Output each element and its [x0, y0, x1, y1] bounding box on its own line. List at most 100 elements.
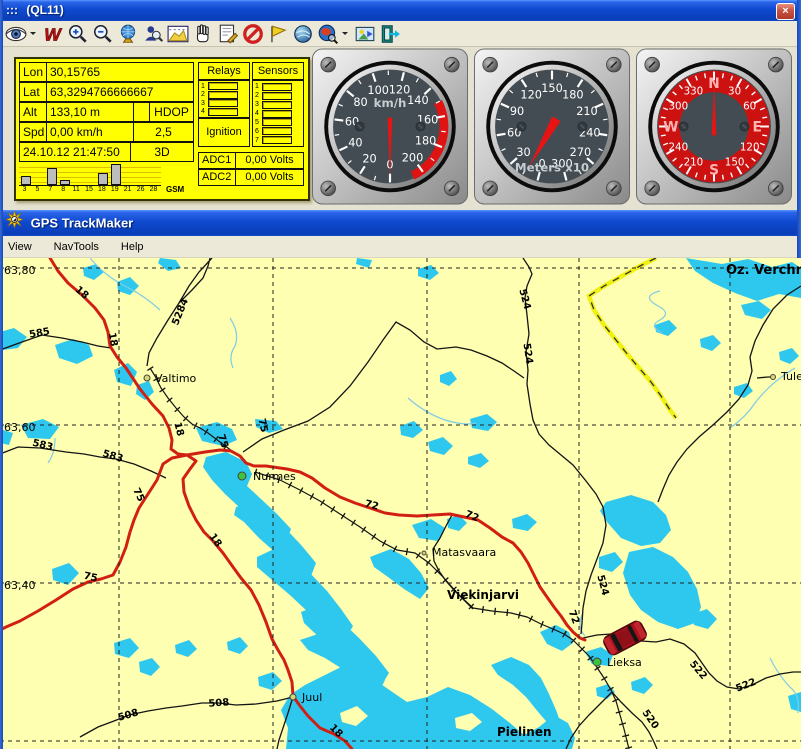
svg-text:300: 300: [668, 100, 688, 112]
town-dot: [290, 694, 296, 700]
channel-indicator: [208, 82, 238, 90]
channel-number: 2: [201, 91, 208, 98]
adc1-value: 0,00 Volts: [235, 152, 304, 169]
svg-text:S: S: [709, 163, 719, 179]
svg-text:180: 180: [415, 135, 437, 148]
app-window: ::: (QL11) × W: [0, 0, 801, 749]
spd-value: 0,00 km/h: [46, 122, 134, 142]
map-label: Juul: [301, 691, 322, 704]
device-window-titlebar[interactable]: ::: (QL11) ×: [0, 0, 801, 21]
channel-row: 1: [255, 83, 301, 91]
svg-text:200: 200: [402, 151, 424, 164]
gsm-bar: [111, 164, 121, 185]
image-view-icon[interactable]: [354, 23, 376, 45]
channel-indicator: [208, 99, 238, 107]
gsm-bar-label: 21: [121, 186, 134, 193]
svg-text:km/h: km/h: [374, 96, 407, 110]
view-eye-icon[interactable]: [5, 23, 27, 45]
svg-text:140: 140: [407, 94, 429, 107]
3d-view-icon[interactable]: W: [42, 23, 64, 45]
map-label: Lieksa: [607, 656, 642, 669]
channel-indicator: [208, 108, 238, 116]
hdop-label: HDOP: [149, 102, 194, 122]
town-dot: [422, 551, 426, 555]
view-dropdown-icon[interactable]: [30, 32, 36, 38]
channel-number: 4: [201, 108, 208, 115]
speedometer-gauge: 020406080100120140160180200km/h: [310, 48, 470, 205]
telemetry-panel: Lon 30,15765 Lat 63,3294766666667 Alt 13…: [14, 57, 310, 201]
pan-hand-icon[interactable]: [192, 23, 214, 45]
channel-indicator: [262, 110, 292, 118]
earth-icon[interactable]: [292, 23, 314, 45]
channel-indicator: [262, 118, 292, 126]
waypoint-flag-icon[interactable]: [267, 23, 289, 45]
channel-indicator: [262, 136, 292, 144]
channel-row: 2: [201, 91, 247, 99]
menu-help[interactable]: Help: [121, 241, 144, 253]
svg-text:30: 30: [728, 85, 741, 97]
zoom-out-icon[interactable]: [92, 23, 114, 45]
channel-row: 7: [255, 136, 301, 144]
map-label: 508: [208, 697, 230, 709]
map-window-titlebar[interactable]: GPS TrackMaker: [0, 210, 801, 236]
zoom-in-icon[interactable]: [67, 23, 89, 45]
sensors-header: Sensors: [252, 62, 304, 80]
svg-text:150: 150: [541, 82, 563, 95]
channel-indicator: [208, 91, 238, 99]
relays-box: 1234: [198, 80, 250, 118]
gsm-bar-label: 3: [18, 186, 31, 193]
globe-icon[interactable]: [117, 23, 139, 45]
channel-indicator: [262, 101, 292, 109]
gsm-gridline: [19, 172, 161, 173]
map-viewport[interactable]: 63,8063,6063,401818181818585528458358375…: [0, 258, 801, 749]
lon-value: 30,15765: [46, 62, 194, 82]
map-canvas[interactable]: 63,8063,6063,401818181818585528458358375…: [0, 258, 801, 749]
sensors-box: 1234567: [252, 80, 304, 147]
svg-text:20: 20: [362, 153, 376, 166]
gsm-bar: [21, 176, 31, 185]
channel-number: 3: [255, 101, 262, 108]
channel-row: 1: [201, 82, 247, 90]
gsm-gridline: [19, 167, 161, 168]
svg-text:80: 80: [353, 96, 367, 109]
svg-text:W: W: [44, 24, 62, 44]
properties-icon[interactable]: [217, 23, 239, 45]
no-entry-icon[interactable]: [242, 23, 264, 45]
fix-mode: 3D: [130, 142, 194, 162]
device-window-title: (QL11): [26, 3, 63, 17]
gsm-bar-label: 7: [44, 186, 57, 193]
menu-navtools[interactable]: NavTools: [54, 241, 99, 253]
exit-door-icon[interactable]: [379, 23, 401, 45]
svg-text:60: 60: [743, 100, 756, 112]
gsm-bar-label: 8: [57, 186, 70, 193]
channel-indicator: [262, 92, 292, 100]
map-search-icon[interactable]: [317, 23, 339, 45]
gsm-bar-label: 26: [134, 186, 147, 193]
map-label: Matasvaara: [432, 546, 496, 559]
alt-value: 133,10 m: [46, 102, 134, 122]
adc2-label: ADC2: [198, 169, 236, 186]
main-toolbar: W: [0, 21, 801, 47]
lat-label: Lat: [19, 82, 47, 102]
map-search-dropdown-icon[interactable]: [342, 32, 348, 38]
device-window-icon: :::: [6, 3, 18, 17]
svg-text:120: 120: [740, 142, 760, 154]
svg-text:W: W: [663, 119, 678, 135]
sun-logo-icon: [6, 211, 23, 237]
lat-value: 63,3294766666667: [46, 82, 194, 102]
gsm-gridline: [19, 182, 161, 183]
profile-chart-icon[interactable]: [167, 23, 189, 45]
town-dot: [593, 658, 601, 666]
channel-row: 4: [255, 110, 301, 118]
channel-row: 4: [201, 108, 247, 116]
svg-text:120: 120: [520, 88, 542, 101]
channel-number: 1: [255, 83, 262, 90]
channel-indicator: [262, 127, 292, 135]
svg-text:30: 30: [516, 146, 530, 159]
find-user-icon[interactable]: [142, 23, 164, 45]
menu-view[interactable]: View: [8, 241, 32, 253]
channel-number: 2: [255, 92, 262, 99]
town-dot: [144, 375, 150, 381]
close-button[interactable]: ×: [776, 3, 795, 20]
map-label: 63,40: [4, 579, 36, 592]
